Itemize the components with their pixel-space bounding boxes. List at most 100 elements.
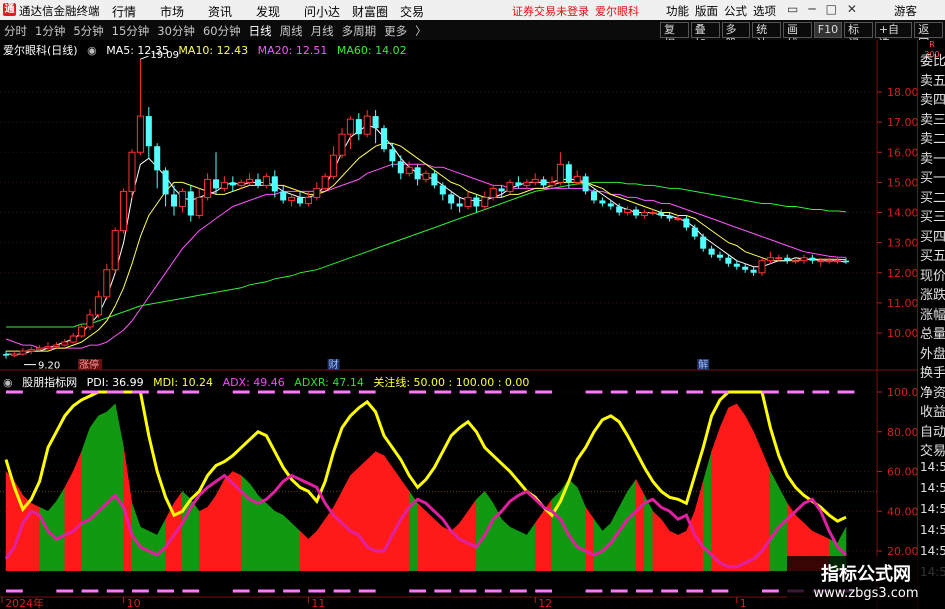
tag-zhangting[interactable]: 涨停 <box>79 358 99 371</box>
main-legend-title[interactable]: 爱尔眼科(日线) <box>3 44 78 57</box>
menu-news[interactable]: 资讯 <box>208 3 256 20</box>
tab-daily[interactable]: 日线 <box>249 23 272 39</box>
tab-timeshare[interactable]: 分时 <box>4 23 27 39</box>
candle-body-down <box>170 194 178 207</box>
adx-fill-segment <box>770 471 780 572</box>
menu-formula[interactable]: 公式 <box>724 3 753 19</box>
adx-fill-segment <box>198 506 208 572</box>
candle-body-up <box>313 187 321 198</box>
draw-line-button[interactable]: 画线 <box>783 22 812 50</box>
window-controls: ▭ ─ □ ✕ <box>787 2 857 16</box>
side-label: 委比 <box>920 54 945 69</box>
tab-more[interactable]: 更多〉 <box>384 23 435 39</box>
tab-multi-period[interactable]: 多周期 <box>342 23 377 39</box>
tab-60min[interactable]: 60分钟 <box>203 23 241 39</box>
tab-monthly[interactable]: 月线 <box>311 23 334 39</box>
menu-discover[interactable]: 发现 <box>256 3 304 20</box>
f10-button[interactable]: F10 <box>813 22 843 38</box>
candle-body-down <box>666 215 673 219</box>
candle-body-down <box>691 227 698 237</box>
candle-body-up <box>817 260 825 263</box>
candle-body-up <box>304 196 312 204</box>
adx-fill-segment <box>652 510 662 572</box>
menu-wealth[interactable]: 财富圈 <box>352 3 400 20</box>
menu-market[interactable]: 市场 <box>160 3 208 20</box>
adx-fill-segment <box>224 470 234 572</box>
overlay-button[interactable]: 叠加 <box>690 22 720 50</box>
candle-body-up <box>52 344 60 348</box>
tdx-logo-icon: 通 <box>3 3 16 16</box>
candle-body-down <box>716 254 724 258</box>
tab-5min[interactable]: 5分钟 <box>73 23 103 39</box>
adx-fill-segment <box>518 530 528 572</box>
tab-more-label: 更多 <box>384 24 408 38</box>
statistics-button[interactable]: 统计 <box>752 22 781 50</box>
indicator-title[interactable]: 股朋指标网 <box>22 376 77 389</box>
candle-body-down <box>280 191 287 201</box>
tag-cai[interactable]: 财 <box>329 358 339 371</box>
menu-function[interactable]: 功能 <box>666 3 695 19</box>
side-label: 现价 <box>920 268 945 284</box>
menu-quotes[interactable]: 行情 <box>112 3 160 20</box>
candle-body-up <box>506 181 514 192</box>
candle-body-down <box>683 218 690 228</box>
side-label: 交易 <box>920 444 945 459</box>
price-tick-label: 10.00 <box>887 327 917 340</box>
candle-body-up <box>825 260 833 263</box>
side-label: 买五 <box>920 249 945 264</box>
candle-body-down <box>212 179 220 189</box>
adx-fill-segment <box>249 482 259 572</box>
price-tick-label: 12.00 <box>887 267 917 280</box>
menu-trade[interactable]: 交易 <box>400 3 448 20</box>
candle-body-down <box>296 197 304 204</box>
side-label: 涨跌 <box>920 288 945 303</box>
menu-options[interactable]: 选项 <box>753 3 782 19</box>
candle-body-up <box>363 115 371 135</box>
date-tick-label: 12 <box>538 597 552 609</box>
side-label: 换手 <box>920 366 945 381</box>
price-tick-label: 18.00 <box>887 86 917 99</box>
restore-icon[interactable]: ▭ <box>787 2 798 16</box>
tab-30min[interactable]: 30分钟 <box>157 23 195 39</box>
add-watchlist-button[interactable]: +自选 <box>874 22 913 50</box>
candle-body-down <box>380 128 388 150</box>
menu-layout[interactable]: 版面 <box>695 3 724 19</box>
date-tick-label: 2024年 <box>5 596 44 609</box>
chart-area[interactable]: 18.00 17.00 16.00 15.00 14.00 13.00 12.00 11.00… <box>0 40 917 609</box>
ma5-value: MA5: 12.35 <box>106 44 169 57</box>
settings-dot-icon[interactable]: ◉ <box>87 44 97 57</box>
adjust-button[interactable]: 复权 <box>660 22 689 50</box>
side-label: 收益 <box>920 405 945 420</box>
side-label: 卖二 <box>920 132 945 147</box>
guest-user[interactable]: 游客 <box>894 3 917 19</box>
candle-body-down <box>515 182 522 186</box>
minimize-icon[interactable]: ─ <box>808 2 815 16</box>
ma60-value: MA60: 14.02 <box>336 44 407 57</box>
chart-actions: 复权 叠加 多股 统计 画线 F10 标记 +自选 返回 <box>660 22 945 50</box>
tag-jie[interactable]: 解 <box>698 358 708 371</box>
mark-button[interactable]: 标记 <box>844 22 873 50</box>
menu-wenxiaoda[interactable]: 问小达 <box>304 3 352 20</box>
login-notice[interactable]: 证券交易未登录 爱尔眼科 <box>512 3 639 19</box>
side-r-icon: R <box>929 40 935 49</box>
side-label: 卖四 <box>920 93 945 108</box>
chevron-right-icon: 〉 <box>415 24 427 38</box>
maximize-icon[interactable]: □ <box>826 2 837 16</box>
candle-body-down <box>389 149 396 162</box>
candle-body-up <box>758 260 766 274</box>
tab-weekly[interactable]: 周线 <box>280 23 303 39</box>
candle-body-down <box>431 173 438 186</box>
adx-fill-segment <box>736 403 746 572</box>
back-button[interactable]: 返回 <box>914 22 944 50</box>
candle-body-up <box>195 196 203 217</box>
multi-stock-button[interactable]: 多股 <box>721 22 751 50</box>
adx-fill-segment <box>89 415 99 572</box>
indicator-tick-label: 80.00 <box>887 426 917 439</box>
indicator-settings-icon[interactable]: ◉ <box>3 376 13 389</box>
tab-1min[interactable]: 1分钟 <box>35 23 65 39</box>
candle-body-up <box>246 178 254 183</box>
tab-15min[interactable]: 15分钟 <box>112 23 150 39</box>
candle-body-down <box>565 164 572 183</box>
side-label: 买四 <box>920 229 945 245</box>
close-icon[interactable]: ✕ <box>847 2 857 16</box>
